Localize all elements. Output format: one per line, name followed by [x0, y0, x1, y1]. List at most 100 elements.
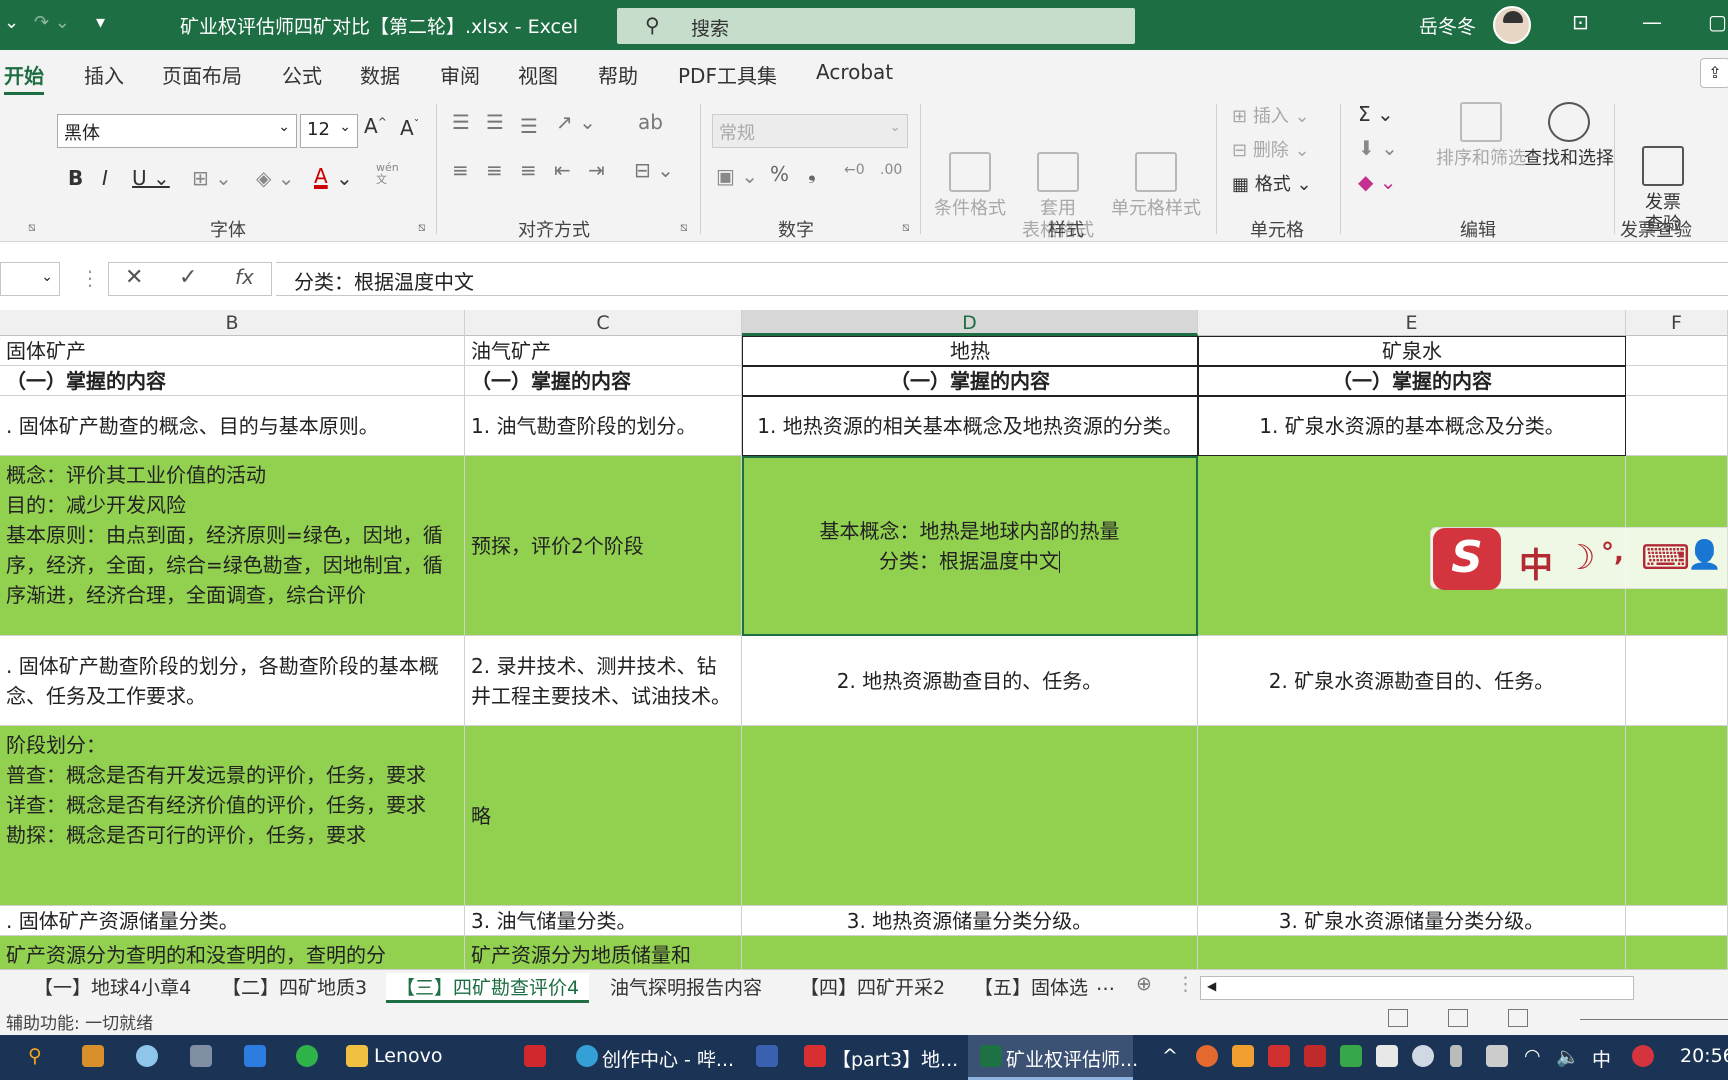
sheet-tab[interactable]: 【一】地球4小章4 [34, 973, 191, 1000]
cell-f3[interactable] [1626, 396, 1728, 456]
delete-cells-button[interactable]: ⊟ 删除 ⌄ [1232, 136, 1310, 162]
restore-icon[interactable]: ▢ [1708, 10, 1727, 34]
cell-d7[interactable]: 3. 地热资源储量分类分级。 [742, 906, 1198, 936]
insert-function-icon[interactable]: fx [235, 265, 254, 289]
enter-icon[interactable]: ✓ [179, 265, 197, 290]
column-header-e[interactable]: E [1198, 310, 1626, 336]
column-header-b[interactable]: B [0, 310, 465, 336]
cell-f5[interactable] [1626, 636, 1728, 726]
cell-c5[interactable]: 2. 录井技术、测井技术、钻井工程主要技术、试油技术。 [465, 636, 742, 726]
ribbon-display-icon[interactable]: ⊡ [1572, 10, 1589, 34]
bold-icon[interactable]: B [68, 166, 83, 190]
add-sheet-icon[interactable]: ⊕ [1136, 973, 1152, 995]
phonetic-icon[interactable]: wén 文 [376, 162, 399, 186]
sheet-tab[interactable]: 【四】四矿开采2 [800, 973, 945, 1000]
column-header-f[interactable]: F [1626, 310, 1728, 336]
cell-b1[interactable]: 固体矿产 [0, 336, 465, 366]
increase-decimal-icon[interactable]: ←0 [844, 162, 865, 178]
italic-icon[interactable]: I [102, 166, 108, 190]
tab-view[interactable]: 视图 [518, 60, 558, 89]
security-icon[interactable] [1376, 1045, 1398, 1067]
volume-icon[interactable]: 🔈 [1556, 1045, 1580, 1068]
conditional-format-button[interactable]: 条件格式 [932, 108, 1008, 242]
cell-e5[interactable]: 2. 矿泉水资源勘查目的、任务。 [1198, 636, 1626, 726]
cell-b4[interactable]: 概念：评价其工业价值的活动 目的：减少开发风险 基本原则：由点到面，经济原则=绿… [0, 456, 465, 636]
decrease-indent-icon[interactable]: ⇤ [554, 158, 571, 182]
cell-c8[interactable]: 矿产资源分为地质储量和 [465, 936, 742, 969]
cell-d2[interactable]: （一）掌握的内容 [742, 366, 1198, 396]
cell-f8[interactable] [1626, 936, 1728, 969]
search-box[interactable]: ⚲ 搜索 [617, 8, 1135, 44]
align-right-icon[interactable]: ≡ [520, 158, 537, 182]
orientation-icon[interactable]: ↗ ⌄ [556, 110, 596, 134]
cell-c2[interactable]: （一）掌握的内容 [465, 366, 742, 396]
keyboard-icon[interactable]: ⌨ [1641, 538, 1690, 578]
find-select-button[interactable]: 查找和选择 [1514, 102, 1624, 170]
cell-d3[interactable]: 1. 地热资源的相关基本概念及地热资源的分类。 [742, 396, 1198, 456]
merge-center-icon[interactable]: ⊟ ⌄ [634, 158, 674, 182]
increase-font-icon[interactable]: A^ [364, 114, 387, 138]
horizontal-scrollbar[interactable] [1200, 976, 1634, 1000]
taskbar-item-wps[interactable]: 【part3】地... [832, 1045, 958, 1072]
cell-f6[interactable] [1626, 726, 1728, 906]
ime-toolbar[interactable]: S 中 ☽ °, ⌨ 👤 [1430, 527, 1728, 590]
app-icon[interactable] [756, 1045, 778, 1067]
sheet-tab[interactable]: 【五】固体选 [974, 973, 1094, 1000]
decrease-decimal-icon[interactable]: .00 [880, 162, 902, 178]
cell-e2[interactable]: （一）掌握的内容 [1198, 366, 1626, 396]
tab-insert[interactable]: 插入 [84, 60, 124, 89]
minimize-icon[interactable]: — [1642, 10, 1662, 34]
sogou-icon[interactable] [1632, 1045, 1654, 1067]
cell-c1[interactable]: 油气矿产 [465, 336, 742, 366]
tab-pdf-tools[interactable]: PDF工具集 [678, 60, 777, 89]
folder-icon[interactable] [346, 1045, 368, 1067]
clock[interactable]: 20:56 [1680, 1045, 1728, 1067]
sheet-tab-active[interactable]: 【三】四矿勘查评价4 [386, 973, 590, 1003]
cell-f1[interactable] [1626, 336, 1728, 366]
cell-e3[interactable]: 1. 矿泉水资源的基本概念及分类。 [1198, 396, 1626, 456]
tray-icon[interactable] [1268, 1045, 1290, 1067]
wrap-text-icon[interactable]: ab [638, 110, 663, 134]
cloud-icon[interactable] [1412, 1045, 1434, 1067]
align-left-icon[interactable]: ≡ [452, 158, 469, 182]
redo-icon[interactable]: ↷ ⌄ [34, 12, 70, 33]
input-lang[interactable]: 中 [1592, 1045, 1611, 1072]
autosum-icon[interactable]: Σ ⌄ [1358, 102, 1394, 126]
edge-icon[interactable] [576, 1045, 598, 1067]
cell-b7[interactable]: . 固体矿产资源储量分类。 [0, 906, 465, 936]
page-break-view-icon[interactable] [1508, 1009, 1528, 1027]
undo-icon[interactable]: ⌄ [4, 12, 19, 33]
cell-f2[interactable] [1626, 366, 1728, 396]
wps-icon[interactable] [804, 1045, 826, 1067]
moon-icon[interactable]: ☽ [1565, 538, 1595, 578]
usb-icon[interactable] [1450, 1045, 1462, 1067]
clear-icon[interactable]: ◆ ⌄ [1358, 170, 1397, 194]
name-box[interactable]: ⌄ [0, 262, 60, 296]
cell-e7[interactable]: 3. 矿泉水资源储量分类分级。 [1198, 906, 1626, 936]
chevron-up-icon[interactable]: ^ [1162, 1045, 1178, 1067]
font-color-icon[interactable]: A [314, 164, 328, 188]
tray-icon[interactable] [1304, 1045, 1326, 1067]
cell-b3[interactable]: . 固体矿产勘查的概念、目的与基本原则。 [0, 396, 465, 456]
customize-qat-icon[interactable]: ▾ [96, 12, 105, 33]
ime-lang[interactable]: 中 [1519, 538, 1553, 587]
decrease-font-icon[interactable]: Aˇ [400, 116, 419, 140]
dialog-launcher-icon[interactable]: ⧅ [902, 220, 910, 235]
sheet-tab[interactable]: 油气探明报告内容 [610, 973, 762, 1000]
tab-page-layout[interactable]: 页面布局 [162, 60, 242, 89]
column-header-d[interactable]: D [742, 310, 1198, 336]
fill-color-icon[interactable]: ◈ ⌄ [256, 166, 295, 190]
align-top-icon[interactable]: ☰ [452, 110, 470, 134]
cell-b2[interactable]: （一）掌握的内容 [0, 366, 465, 396]
taskbar-item-lenovo[interactable]: Lenovo [374, 1045, 442, 1067]
battery-icon[interactable] [1486, 1045, 1508, 1067]
taskbar-item-browser[interactable]: 创作中心 - 哔... [602, 1045, 734, 1072]
formula-input[interactable]: 分类：根据温度中文 [276, 262, 1728, 296]
cell-e8[interactable] [1198, 936, 1626, 969]
cell-b8[interactable]: 矿产资源分为查明的和没查明的，查明的分 [0, 936, 465, 969]
format-cells-button[interactable]: ▦ 格式 ⌄ [1232, 170, 1312, 196]
cell-b6[interactable]: 阶段划分： 普查：概念是否有开发远景的评价，任务，要求 详查：概念是否有经济价值… [0, 726, 465, 906]
border-icon[interactable]: ⊞ ⌄ [192, 166, 232, 190]
cell-e6[interactable] [1198, 726, 1626, 906]
currency-icon[interactable]: ▣ ⌄ [716, 164, 758, 188]
